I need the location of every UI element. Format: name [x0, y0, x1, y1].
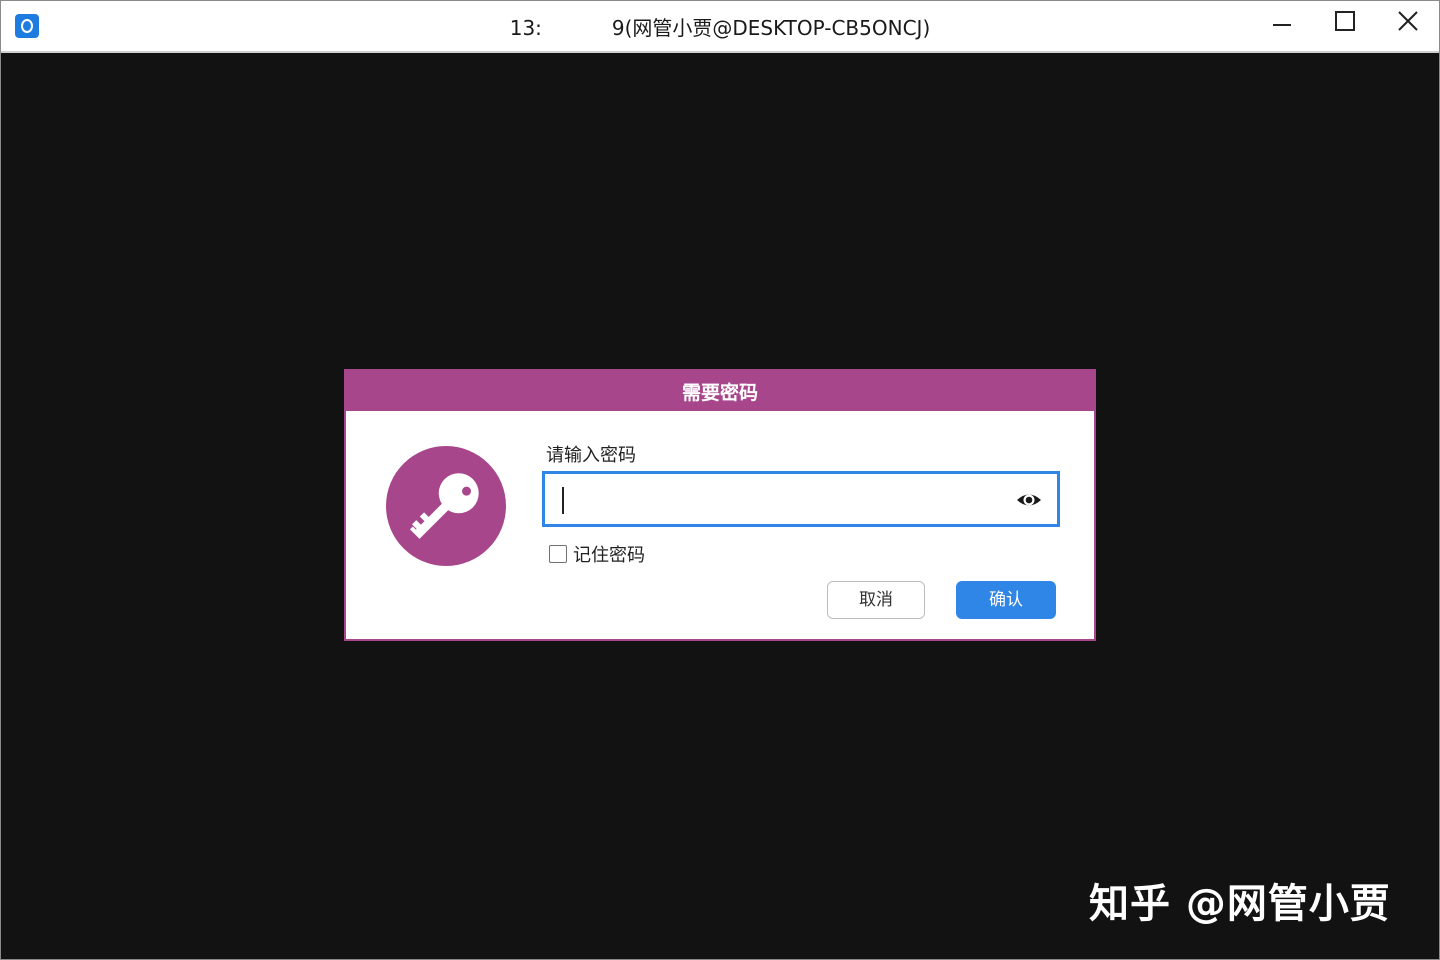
title-bar[interactable]: 13: 9(网管小贾@DESKTOP-CB5ONCJ) — [1, 1, 1439, 53]
maximize-icon — [1335, 11, 1355, 31]
window-title: 13: 9(网管小贾@DESKTOP-CB5ONCJ) — [509, 16, 931, 40]
remote-desktop-window: 13: 9(网管小贾@DESKTOP-CB5ONCJ) 需要密码 请输入密码 记… — [0, 0, 1440, 960]
dialog-title: 需要密码 — [346, 371, 1094, 411]
minimize-icon — [1273, 24, 1291, 26]
remember-password-checkbox[interactable] — [549, 545, 567, 563]
remember-password-option[interactable]: 记住密码 — [549, 541, 645, 567]
remember-password-label: 记住密码 — [573, 545, 645, 566]
password-dialog: 需要密码 请输入密码 记住密码 取消 确认 — [344, 369, 1096, 641]
maximize-button[interactable] — [1314, 1, 1376, 45]
confirm-button[interactable]: 确认 — [956, 581, 1056, 619]
key-icon — [386, 446, 506, 566]
eye-icon[interactable] — [1016, 488, 1042, 512]
watermark: 知乎 @网管小贾 — [1089, 881, 1391, 927]
text-caret — [562, 487, 564, 514]
password-input[interactable] — [549, 478, 1017, 520]
close-icon — [1398, 11, 1418, 31]
minimize-button[interactable] — [1251, 1, 1313, 45]
password-field[interactable] — [542, 471, 1060, 527]
password-label: 请输入密码 — [546, 445, 636, 466]
close-button[interactable] — [1377, 1, 1439, 45]
cancel-button[interactable]: 取消 — [827, 581, 925, 619]
